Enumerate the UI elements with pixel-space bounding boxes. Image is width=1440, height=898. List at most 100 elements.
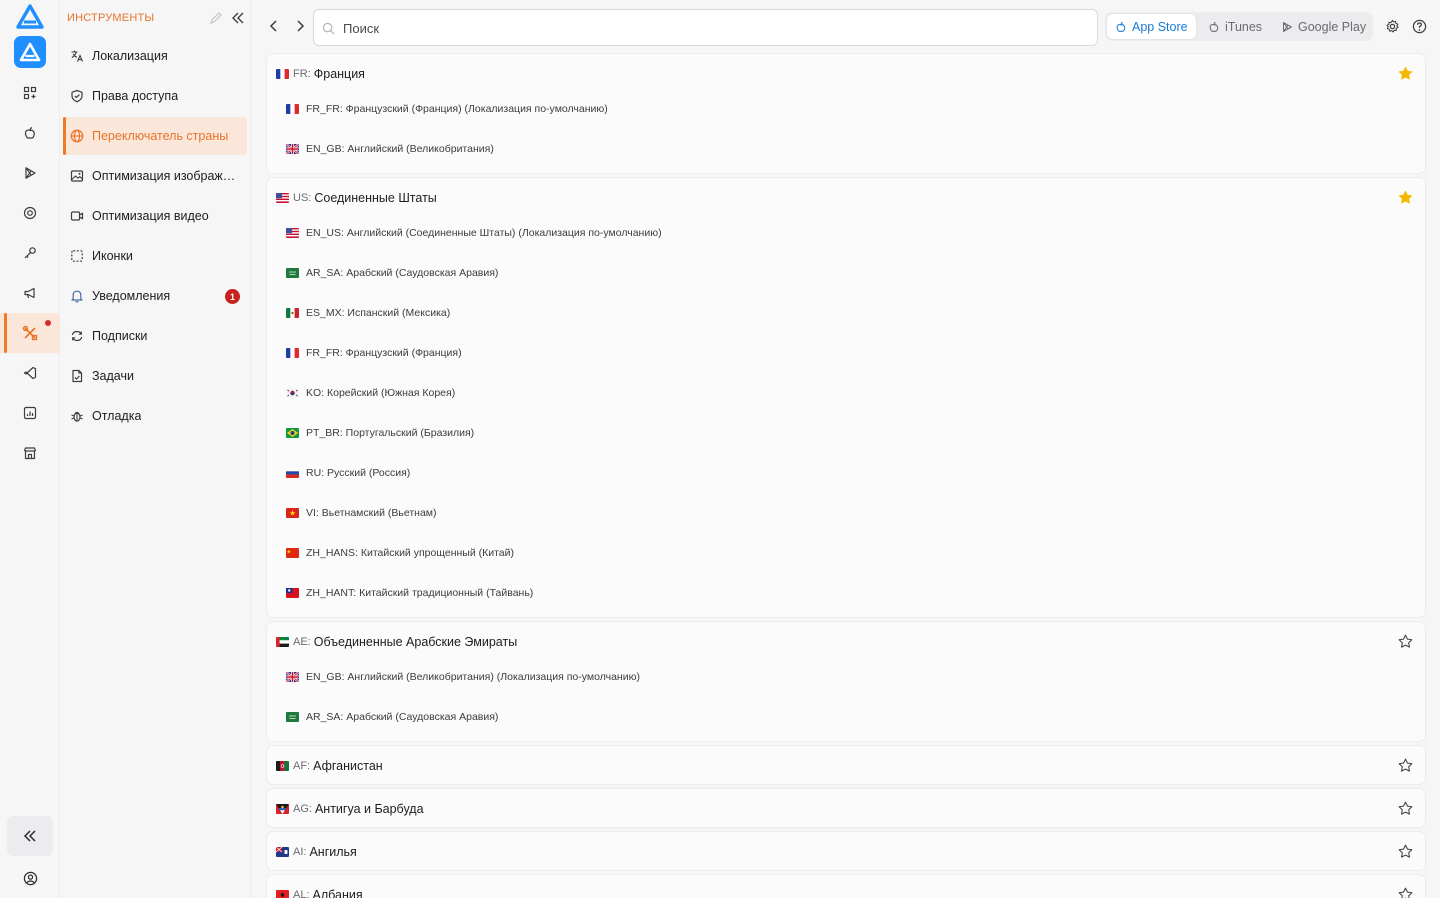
locale-item[interactable]: FR_FR: Французский (Франция) (Локализаци… (286, 102, 608, 116)
tool-item-shield[interactable]: Права доступа (63, 77, 247, 115)
locale-label: EN_US: Английский (Соединенные Штаты) (Л… (306, 227, 662, 239)
country-header[interactable]: AI: Ангилья (276, 845, 357, 859)
star-outline-icon (1398, 758, 1413, 772)
country-code: AF: (293, 760, 311, 772)
country-header[interactable]: FR: Франция (276, 67, 365, 81)
collapse-tools-button[interactable] (231, 11, 245, 25)
locale-item[interactable]: AR_SA: Арабский (Саудовская Аравия) (286, 710, 498, 724)
flag-us-icon (286, 228, 299, 238)
rail-item-store[interactable] (0, 433, 60, 473)
tool-item-refresh[interactable]: Подписки (63, 317, 247, 355)
flag-ai-icon (276, 847, 289, 857)
flag-gb-icon (286, 672, 299, 682)
search-box[interactable] (313, 9, 1098, 46)
favorite-toggle[interactable] (1398, 844, 1413, 859)
apple-icon (1208, 20, 1220, 33)
locale-label: FR_FR: Французский (Франция) (306, 347, 462, 359)
tool-item-globe[interactable]: Переключатель страны (63, 117, 247, 155)
flag-fr-icon (286, 104, 299, 114)
country-card[interactable]: US: Соединенные Штаты EN_US: Английский … (266, 177, 1426, 618)
flag-fr-icon (276, 69, 289, 79)
locale-item[interactable]: EN_GB: Английский (Великобритания) (Лока… (286, 670, 640, 684)
chevron-right-icon (297, 20, 305, 32)
country-card[interactable]: AL: Албания (266, 874, 1426, 898)
rail-item-google-play[interactable] (0, 153, 60, 193)
forward-button[interactable] (292, 18, 308, 34)
current-app-icon[interactable] (14, 36, 46, 68)
tool-item-task[interactable]: Задачи (63, 357, 247, 395)
country-code: US: (293, 192, 312, 204)
country-header[interactable]: AF: Афганистан (276, 759, 383, 773)
rail-item-target[interactable] (0, 193, 60, 233)
country-header[interactable]: AG: Антигуа и Барбуда (276, 802, 424, 816)
gear-icon (1386, 19, 1399, 33)
locale-item[interactable]: ZH_HANT: Китайский традиционный (Тайвань… (286, 586, 533, 600)
locale-item[interactable]: RU: Русский (Россия) (286, 466, 410, 480)
tool-item-video[interactable]: Оптимизация видео (63, 197, 247, 235)
country-header[interactable]: AE: Объединенные Арабские Эмираты (276, 635, 517, 649)
edit-tools-button[interactable] (209, 11, 223, 25)
apps-icon (23, 86, 37, 100)
country-card[interactable]: AG: Антигуа и Барбуда (266, 788, 1426, 828)
store-tab-google-play[interactable]: Google Play (1273, 14, 1374, 39)
store-tab-app-store[interactable]: App Store (1107, 14, 1196, 39)
rail-item-chart[interactable] (0, 393, 60, 433)
rail-item-key[interactable] (0, 233, 60, 273)
locale-label: KO: Корейский (Южная Корея) (306, 387, 456, 399)
rail-item-vscode[interactable] (0, 353, 60, 393)
rail-item-tools[interactable] (0, 313, 60, 353)
account-button[interactable] (15, 866, 45, 890)
target-icon (23, 206, 37, 220)
locale-item[interactable]: FR_FR: Французский (Франция) (286, 346, 462, 360)
help-button[interactable] (1412, 19, 1427, 34)
locale-label: EN_GB: Английский (Великобритания) (306, 143, 494, 155)
locale-item[interactable]: PT_BR: Португальский (Бразилия) (286, 426, 474, 440)
brand-logo-icon[interactable] (15, 4, 45, 30)
country-card[interactable]: AE: Объединенные Арабские Эмираты EN_GB:… (266, 621, 1426, 742)
double-chevron-left-icon (23, 830, 36, 842)
country-header[interactable]: AL: Албания (276, 888, 363, 898)
favorite-toggle[interactable] (1398, 758, 1413, 773)
tool-item-label: Подписки (92, 329, 148, 343)
country-card[interactable]: AI: Ангилья (266, 831, 1426, 871)
favorite-toggle[interactable] (1398, 634, 1413, 649)
country-header[interactable]: US: Соединенные Штаты (276, 191, 437, 205)
favorite-toggle[interactable] (1398, 887, 1413, 898)
settings-button[interactable] (1385, 19, 1400, 34)
locale-item[interactable]: VI: Вьетнамский (Вьетнам) (286, 506, 437, 520)
tool-item-icons[interactable]: Иконки (63, 237, 247, 275)
tool-item-bug[interactable]: Отладка (63, 397, 247, 435)
country-card[interactable]: FR: Франция FR_FR: Французский (Франция)… (266, 53, 1426, 174)
favorite-toggle[interactable] (1398, 190, 1413, 205)
search-input[interactable] (343, 18, 1083, 38)
store-tab-itunes[interactable]: iTunes (1200, 14, 1270, 39)
google-play-icon (1281, 20, 1293, 33)
star-filled-icon (1398, 66, 1413, 80)
locale-item[interactable]: ZH_HANS: Китайский упрощенный (Китай) (286, 546, 514, 560)
back-button[interactable] (266, 18, 282, 34)
country-code: AI: (293, 846, 307, 858)
favorite-toggle[interactable] (1398, 66, 1413, 81)
tool-item-image[interactable]: Оптимизация изображений (63, 157, 247, 195)
rail-item-megaphone[interactable] (0, 273, 60, 313)
locale-item[interactable]: ES_MX: Испанский (Мексика) (286, 306, 450, 320)
locale-item[interactable]: AR_SA: Арабский (Саудовская Аравия) (286, 266, 498, 280)
locale-label: ZH_HANT: Китайский традиционный (Тайвань… (306, 587, 534, 599)
country-name: Объединенные Арабские Эмираты (313, 635, 518, 649)
flag-vn-icon (286, 508, 299, 518)
rail-item-apps[interactable] (0, 73, 60, 113)
tool-item-translate[interactable]: Локализация (63, 37, 247, 75)
collapse-sidebar-button[interactable] (7, 816, 53, 856)
flag-tw-icon (286, 588, 299, 598)
tools-notification-dot (45, 320, 51, 326)
tool-item-bell[interactable]: Уведомления 1 (63, 277, 247, 315)
flag-ae-icon (276, 637, 289, 647)
rail-item-apple[interactable] (0, 113, 60, 153)
locale-item[interactable]: EN_US: Английский (Соединенные Штаты) (Л… (286, 226, 662, 240)
country-card[interactable]: AF: Афганистан (266, 745, 1426, 785)
locale-item[interactable]: EN_GB: Английский (Великобритания) (286, 142, 494, 156)
locale-item[interactable]: KO: Корейский (Южная Корея) (286, 386, 455, 400)
favorite-toggle[interactable] (1398, 801, 1413, 816)
apple-icon (23, 126, 37, 140)
tools-header: ИНСТРУМЕНТЫ (67, 12, 247, 26)
